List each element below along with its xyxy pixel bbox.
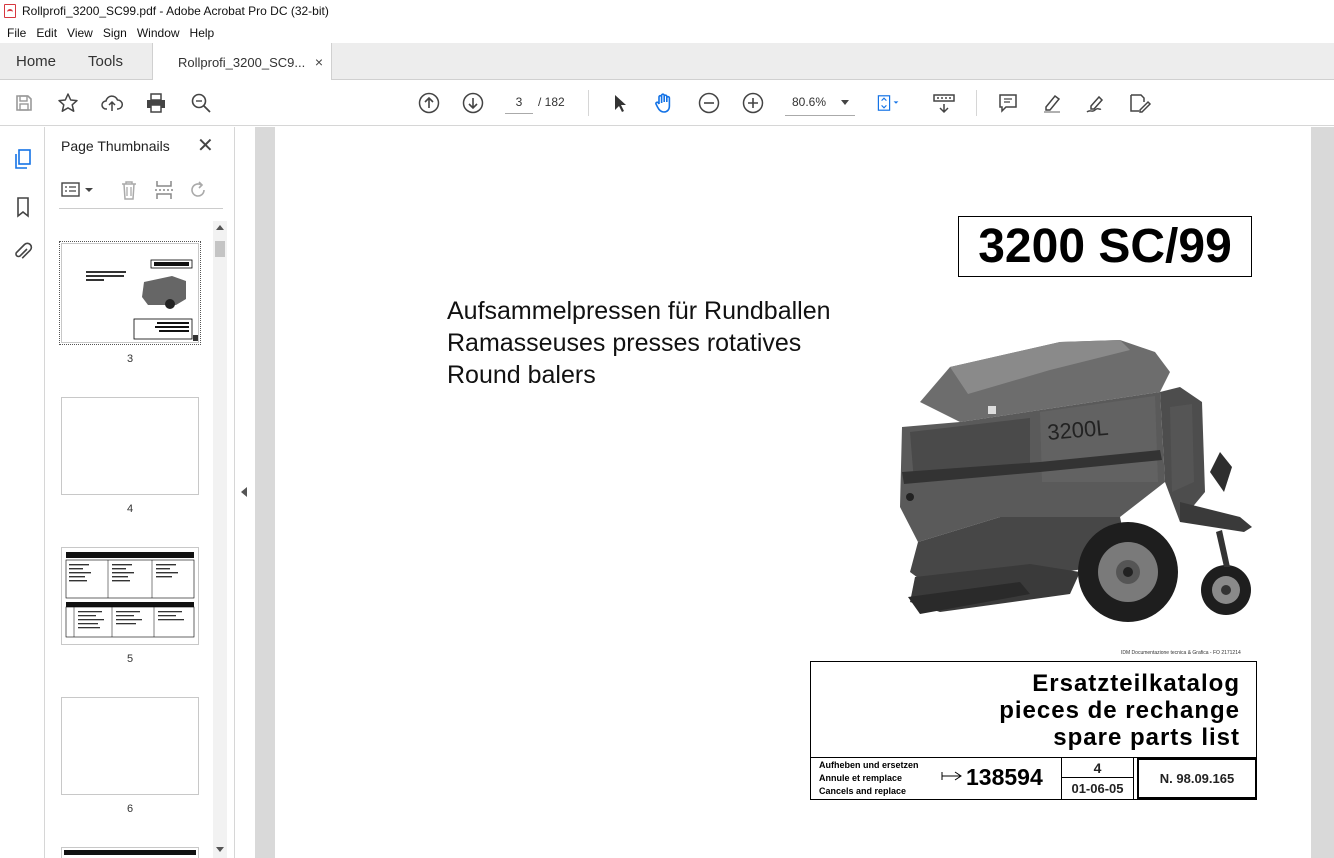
arrow-right-icon bbox=[941, 770, 963, 785]
delete-icon[interactable] bbox=[119, 179, 139, 204]
panel-title: Page Thumbnails bbox=[61, 138, 170, 154]
attachments-icon[interactable] bbox=[11, 240, 35, 264]
zoom-level-value: 80.6% bbox=[792, 95, 827, 109]
next-page-icon[interactable] bbox=[461, 91, 485, 115]
document-number: N. 98.09.165 bbox=[1137, 758, 1257, 799]
zoom-in-icon[interactable] bbox=[741, 91, 765, 115]
page-thumbnails-panel: Page Thumbnails ✕ 3 4 5 6 bbox=[45, 127, 235, 858]
edit-pdf-icon[interactable] bbox=[1128, 91, 1152, 115]
edition-number: 4 bbox=[1062, 758, 1133, 778]
rotate-icon[interactable] bbox=[187, 179, 209, 204]
menu-window[interactable]: Window bbox=[132, 26, 185, 40]
read-mode-icon[interactable] bbox=[932, 91, 956, 115]
menu-edit[interactable]: Edit bbox=[31, 26, 62, 40]
left-rail bbox=[0, 127, 45, 858]
window-title: Rollprofi_3200_SC99.pdf - Adobe Acrobat … bbox=[22, 4, 329, 18]
menu-bar: File Edit View Sign Window Help bbox=[0, 22, 1334, 43]
thumbnail-label: 5 bbox=[126, 653, 134, 665]
chevron-down-icon bbox=[841, 100, 849, 105]
thumbnail-page[interactable] bbox=[61, 847, 199, 858]
subtitle-fr: Ramasseuses presses rotatives bbox=[447, 329, 802, 357]
bookmarks-icon[interactable] bbox=[11, 195, 35, 219]
select-cursor-icon[interactable] bbox=[608, 91, 632, 115]
catalog-title-box: Ersatzteilkatalog pieces de rechange spa… bbox=[810, 661, 1257, 758]
page-number-input[interactable]: 3 bbox=[505, 90, 533, 114]
thumbnail-page[interactable] bbox=[61, 697, 199, 795]
catalog-title-de: Ersatzteilkatalog bbox=[1032, 670, 1240, 697]
zoom-search-icon[interactable] bbox=[189, 91, 213, 115]
panel-collapse-handle[interactable] bbox=[235, 127, 255, 858]
close-icon[interactable]: ✕ bbox=[197, 133, 214, 158]
catalog-title-fr: pieces de rechange bbox=[999, 697, 1240, 724]
tab-bar: Home Tools Rollprofi_3200_SC9... × bbox=[0, 43, 1334, 81]
comment-icon[interactable] bbox=[996, 91, 1020, 115]
tab-close-icon[interactable]: × bbox=[315, 54, 323, 70]
subtitle-en: Round balers bbox=[447, 361, 596, 389]
acrobat-pdf-icon bbox=[4, 4, 16, 18]
document-info-row: Aufheben und ersetzen Annule et remplace… bbox=[810, 758, 1257, 800]
subtitle-de: Aufsammelpressen für Rundballen bbox=[447, 297, 831, 325]
zoom-out-icon[interactable] bbox=[697, 91, 721, 115]
edition-date: 01-06-05 bbox=[1071, 781, 1124, 796]
main-toolbar bbox=[0, 80, 1334, 126]
upload-cloud-icon[interactable] bbox=[100, 91, 124, 115]
previous-page-icon[interactable] bbox=[417, 91, 441, 115]
page-total: / 182 bbox=[538, 95, 565, 109]
scroll-down-icon[interactable] bbox=[216, 847, 224, 852]
zoom-level-select[interactable]: 80.6% bbox=[785, 90, 855, 116]
replace-text-de: Aufheben und ersetzen bbox=[819, 760, 919, 770]
hand-tool-icon[interactable] bbox=[652, 91, 676, 115]
thumbnail-label: 6 bbox=[126, 803, 134, 815]
tab-home[interactable]: Home bbox=[16, 43, 56, 80]
menu-sign[interactable]: Sign bbox=[98, 26, 132, 40]
thumbnail-toolbar bbox=[59, 175, 223, 209]
bookmark-star-icon[interactable] bbox=[56, 91, 80, 115]
replace-text-fr: Annule et remplace bbox=[819, 773, 903, 783]
document-view[interactable]: 3200 SC/99 Aufsammelpressen für Rundball… bbox=[255, 127, 1334, 858]
tab-document[interactable]: Rollprofi_3200_SC9... × bbox=[152, 43, 332, 81]
extract-pages-icon[interactable] bbox=[153, 179, 175, 204]
thumbnail-page[interactable] bbox=[59, 241, 201, 345]
sign-pen-icon[interactable] bbox=[1084, 91, 1108, 115]
menu-view[interactable]: View bbox=[62, 26, 98, 40]
model-title-box: 3200 SC/99 bbox=[958, 216, 1252, 277]
menu-file[interactable]: File bbox=[2, 26, 31, 40]
thumbnail-list: 3 4 5 6 bbox=[45, 219, 221, 858]
menu-help[interactable]: Help bbox=[185, 26, 220, 40]
replace-text-en: Cancels and replace bbox=[819, 786, 907, 796]
edition-cell: 4 01-06-05 bbox=[1061, 758, 1134, 799]
save-icon[interactable] bbox=[12, 91, 36, 115]
scroll-thumb[interactable] bbox=[215, 241, 225, 257]
chevron-left-icon bbox=[241, 487, 247, 497]
round-baler-image: 3200L bbox=[900, 340, 1252, 622]
scroll-up-icon[interactable] bbox=[216, 225, 224, 230]
thumbnail-page[interactable] bbox=[61, 397, 199, 495]
thumbnail-label: 3 bbox=[126, 353, 134, 365]
pdf-page: 3200 SC/99 Aufsammelpressen für Rundball… bbox=[275, 127, 1311, 858]
image-credit: IDM Documentazione tecnica & Grafica - F… bbox=[1121, 650, 1241, 656]
catalog-title-en: spare parts list bbox=[1053, 724, 1240, 751]
print-icon[interactable] bbox=[144, 91, 168, 115]
thumbnail-scrollbar[interactable] bbox=[213, 221, 227, 858]
model-title: 3200 SC/99 bbox=[978, 220, 1232, 273]
thumbnail-page[interactable] bbox=[61, 547, 199, 645]
tab-document-label: Rollprofi_3200_SC9... bbox=[178, 54, 306, 70]
machine-label: 3200L bbox=[1046, 415, 1109, 445]
thumbnail-label: 4 bbox=[126, 503, 134, 515]
tab-tools[interactable]: Tools bbox=[88, 43, 123, 80]
title-bar: Rollprofi_3200_SC99.pdf - Adobe Acrobat … bbox=[0, 0, 1334, 22]
thumbnail-options-icon[interactable] bbox=[61, 181, 95, 202]
page-thumbnails-icon[interactable] bbox=[11, 147, 35, 171]
fit-page-icon[interactable] bbox=[876, 91, 900, 115]
highlight-pen-icon[interactable] bbox=[1040, 91, 1064, 115]
replace-number: 138594 bbox=[966, 764, 1043, 790]
